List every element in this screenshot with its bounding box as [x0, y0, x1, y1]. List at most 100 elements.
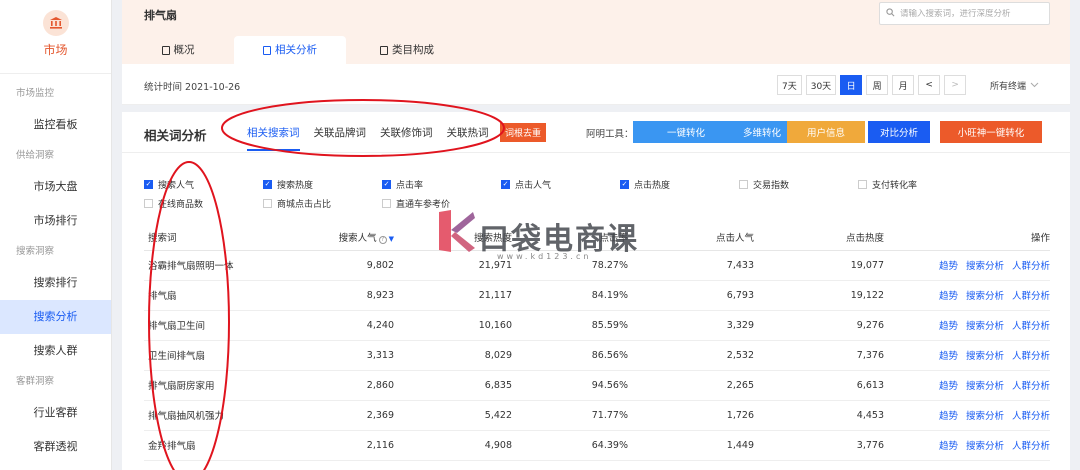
brand[interactable]: 市场 — [0, 0, 111, 74]
tab-category-composition[interactable]: 类目构成 — [346, 36, 468, 64]
crowd-analysis-link[interactable]: 人群分析 — [1012, 351, 1050, 362]
table-row: 卫生间排气扇 3,313 8,029 86.56% 2,532 7,376 趋势 搜索分析 人群… — [144, 340, 1050, 371]
tab-related-analysis[interactable]: 相关分析 — [234, 36, 346, 64]
header-tabs: 概况 相关分析 类目构成 — [122, 36, 468, 64]
checkbox-icon — [382, 180, 391, 189]
period-day-button[interactable]: 日 — [840, 75, 863, 95]
search-analysis-link[interactable]: 搜索分析 — [966, 321, 1004, 332]
search-popularity-cell: 2,860 — [270, 370, 406, 401]
page-title: 排气扇 — [144, 9, 177, 22]
search-analysis-link[interactable]: 搜索分析 — [966, 351, 1004, 362]
user-info-button[interactable]: 用户信息 — [787, 121, 865, 143]
home-icon — [161, 45, 170, 55]
search-analysis-link[interactable]: 搜索分析 — [966, 261, 1004, 272]
click-heat-cell: 6,613 — [766, 370, 896, 401]
period-30d-button[interactable]: 30天 — [805, 75, 837, 95]
tab-overview[interactable]: 概况 — [122, 36, 234, 64]
checkbox-search-popularity[interactable]: 搜索人气 — [144, 178, 194, 191]
sidebar-item-market-overview[interactable]: 市场大盘 — [0, 170, 111, 204]
trend-link[interactable]: 趋势 — [939, 261, 958, 272]
subtab-hot-words[interactable]: 关联热词 — [447, 125, 489, 151]
checkbox-ctr[interactable]: 点击率 — [382, 178, 423, 191]
bank-icon — [42, 10, 69, 36]
trend-link[interactable]: 趋势 — [939, 441, 958, 452]
checkbox-mall-click-share[interactable]: 商城点击占比 — [263, 197, 331, 210]
keyword-cell[interactable]: 排气扇厨房家用 — [144, 370, 270, 401]
dedup-button[interactable]: 词根去重 — [500, 123, 547, 142]
crowd-analysis-link[interactable]: 人群分析 — [1012, 261, 1050, 272]
col-header-click-heat[interactable]: 点击热度 — [766, 225, 896, 251]
table-header: 搜索词 搜索人气? ▼ 搜索热度 点击率 点击人气 点击热度 操作 — [144, 225, 1050, 251]
sidebar-item-industry-customers[interactable]: 行业客群 — [0, 396, 111, 430]
sidebar-item-search-ranking[interactable]: 搜索排行 — [0, 266, 111, 300]
checkbox-pay-conversion[interactable]: 支付转化率 — [858, 178, 917, 191]
search-input[interactable] — [900, 8, 1049, 19]
xiaowangshen-convert-button[interactable]: 小旺神一键转化 — [940, 121, 1042, 143]
subtab-brand-words[interactable]: 关联品牌词 — [314, 125, 367, 151]
related-words-panel: 相关词分析 相关搜索词 关联品牌词 关联修饰词 关联热词 词根去重 阿明工具： … — [122, 112, 1070, 470]
period-month-button[interactable]: 月 — [892, 75, 915, 95]
checkbox-label: 商城点击占比 — [277, 200, 332, 210]
sidebar-item-monitor-board[interactable]: 监控看板 — [0, 108, 111, 142]
checkbox-online-products[interactable]: 在线商品数 — [144, 197, 203, 210]
keyword-cell[interactable]: 金羚排气扇 — [144, 430, 270, 461]
col-header-click-popularity[interactable]: 点击人气 — [640, 225, 766, 251]
panel-title: 相关词分析 — [144, 128, 207, 143]
trend-link[interactable]: 趋势 — [939, 381, 958, 392]
col-header-search-popularity[interactable]: 搜索人气? ▼ — [270, 225, 406, 251]
period-7d-button[interactable]: 7天 — [777, 75, 802, 95]
trend-link[interactable]: 趋势 — [939, 411, 958, 422]
subtab-modifier-words[interactable]: 关联修饰词 — [380, 125, 433, 151]
trend-link[interactable]: 趋势 — [939, 321, 958, 332]
search-analysis-link[interactable]: 搜索分析 — [966, 411, 1004, 422]
home-icon — [263, 45, 271, 55]
checkbox-click-popularity[interactable]: 点击人气 — [501, 178, 551, 191]
click-heat-cell: 4,453 — [766, 400, 896, 431]
search-analysis-link[interactable]: 搜索分析 — [966, 441, 1004, 452]
checkbox-label: 点击率 — [396, 181, 424, 191]
col-header-search-heat[interactable]: 搜索热度 — [406, 225, 524, 251]
search-analysis-link[interactable]: 搜索分析 — [966, 381, 1004, 392]
sidebar-item-search-analysis[interactable]: 搜索分析 — [0, 300, 111, 334]
actions-cell: 趋势 搜索分析 人群分析 — [896, 250, 1050, 281]
sidebar-item-customer-insight[interactable]: 客群透视 — [0, 430, 111, 464]
crowd-analysis-link[interactable]: 人群分析 — [1012, 441, 1050, 452]
sidebar-item-search-crowd[interactable]: 搜索人群 — [0, 334, 111, 368]
keyword-cell[interactable]: 浴霸排气扇照明一体 — [144, 250, 270, 281]
crowd-analysis-link[interactable]: 人群分析 — [1012, 381, 1050, 392]
col-header-ctr[interactable]: 点击率 — [524, 225, 640, 251]
subtab-related-search-words[interactable]: 相关搜索词 — [247, 125, 300, 151]
checkbox-click-heat[interactable]: 点击热度 — [620, 178, 670, 191]
checkbox-label: 点击热度 — [634, 181, 671, 191]
crowd-analysis-link[interactable]: 人群分析 — [1012, 321, 1050, 332]
keyword-cell[interactable]: 卫生间排气扇 — [144, 340, 270, 371]
actions-cell: 趋势 搜索分析 人群分析 — [896, 400, 1050, 431]
search-heat-cell: 5,422 — [406, 400, 524, 431]
terminal-select[interactable]: 所有终端 — [990, 79, 1039, 92]
home-icon — [380, 45, 388, 55]
search-box[interactable] — [879, 2, 1050, 25]
ctr-cell: 85.59% — [524, 310, 640, 341]
click-popularity-cell: 3,329 — [640, 310, 766, 341]
trend-link[interactable]: 趋势 — [939, 291, 958, 302]
search-analysis-link[interactable]: 搜索分析 — [966, 291, 1004, 302]
period-selector: 7天 30天 日 周 月 < > — [777, 75, 967, 95]
keyword-cell[interactable]: 排气扇卫生间 — [144, 310, 270, 341]
keyword-cell[interactable]: 排气扇 — [144, 280, 270, 311]
keyword-cell[interactable]: 排气扇抽风机强力 — [144, 400, 270, 431]
checkbox-search-heat[interactable]: 搜索热度 — [263, 178, 313, 191]
checkbox-icon — [263, 180, 272, 189]
period-week-button[interactable]: 周 — [866, 75, 889, 95]
crowd-analysis-link[interactable]: 人群分析 — [1012, 411, 1050, 422]
crowd-analysis-link[interactable]: 人群分析 — [1012, 291, 1050, 302]
checkbox-icon — [382, 199, 391, 208]
checkbox-trade-index[interactable]: 交易指数 — [739, 178, 789, 191]
table-row: 浴霸排气扇照明一体 9,802 21,971 78.27% 7,433 19,077 趋势搜… — [144, 250, 1050, 281]
checkbox-ztc-price[interactable]: 直通车参考价 — [382, 197, 450, 210]
trend-link[interactable]: 趋势 — [939, 351, 958, 362]
sidebar-item-market-ranking[interactable]: 市场排行 — [0, 204, 111, 238]
prev-date-button[interactable]: < — [918, 75, 941, 95]
next-date-button[interactable]: > — [944, 75, 967, 95]
col-header-actions: 操作 — [896, 225, 1050, 251]
compare-analysis-button[interactable]: 对比分析 — [868, 121, 930, 143]
